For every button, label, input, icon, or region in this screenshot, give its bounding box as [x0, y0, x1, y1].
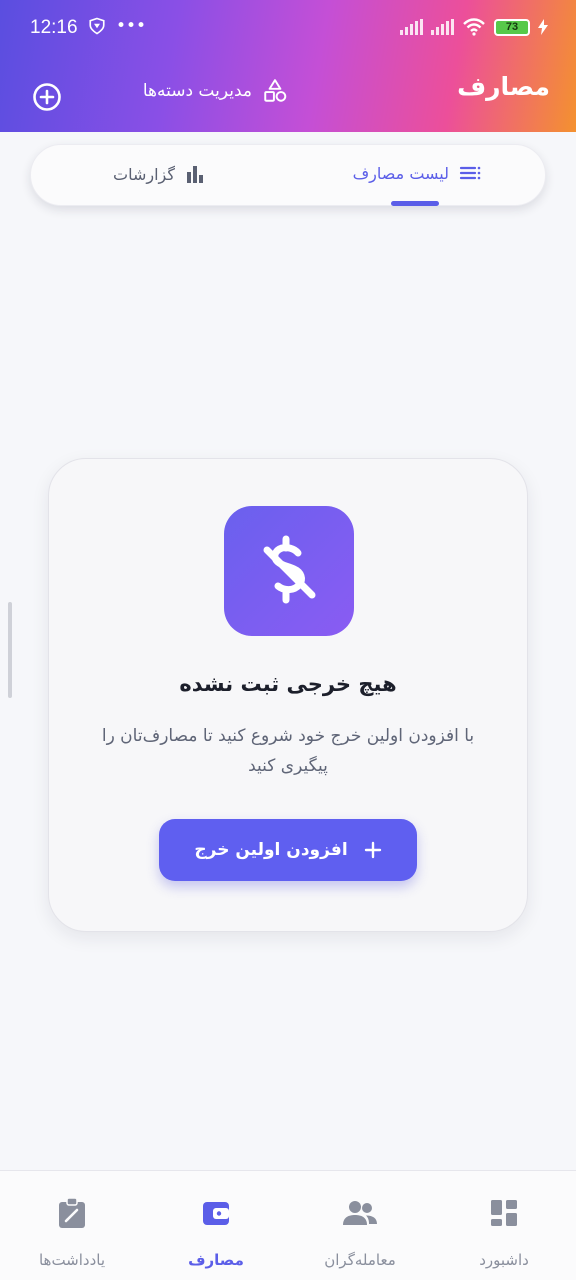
signal-icon-2 [431, 19, 454, 35]
tab-expense-list-label: لیست مصارف [352, 164, 449, 183]
wifi-icon [463, 18, 485, 36]
dashboard-icon [491, 1200, 517, 1226]
nav-item-notes[interactable]: یادداشت‌ها [0, 1191, 144, 1269]
tab-expense-list[interactable]: لیست مصارف [353, 164, 481, 183]
signal-icon [400, 19, 423, 35]
add-first-expense-label: افزودن اولین خرج [194, 840, 348, 860]
tab-bar: لیست مصارف گزارشات [30, 144, 546, 206]
nav-item-expenses[interactable]: مصارف [144, 1191, 288, 1269]
note-icon [59, 1197, 85, 1228]
list-icon [459, 166, 481, 179]
nav-label-expenses: مصارف [188, 1251, 244, 1269]
page-title: مصارف [457, 72, 550, 101]
wallet-icon [203, 1202, 229, 1225]
empty-state-description: با افزودن اولین خرج خود شروع کنید تا مصا… [101, 726, 475, 776]
charging-icon [538, 19, 548, 35]
battery-icon: 73 [494, 18, 530, 36]
plus-icon [364, 841, 381, 859]
scrollbar[interactable] [8, 602, 12, 698]
more-notifications-icon: ••• [116, 16, 147, 36]
shapes-icon [264, 79, 287, 102]
nav-label-traders: معامله‌گران [324, 1251, 396, 1269]
people-icon [343, 1201, 377, 1225]
active-tab-indicator [391, 201, 439, 206]
tab-reports[interactable]: گزارشات [113, 164, 205, 184]
shield-app-icon [89, 17, 105, 35]
bottom-navigation: داشبورد معامله‌گران مصارف یادداشت‌ها [0, 1170, 576, 1280]
nav-label-notes: یادداشت‌ها [38, 1251, 106, 1269]
nav-item-traders[interactable]: معامله‌گران [288, 1191, 432, 1269]
manage-categories-button[interactable]: مدیریت دسته‌ها [143, 78, 288, 104]
app-header: 12:16 ••• 73 مصارف مدیریت دسته‌ها [0, 0, 576, 132]
nav-item-dashboard[interactable]: داشبورد [432, 1191, 576, 1269]
manage-categories-label: مدیریت دسته‌ها [142, 81, 252, 101]
status-bar: 12:16 ••• 73 [0, 0, 576, 58]
tab-reports-label: گزارشات [113, 164, 175, 184]
empty-state-title: هیچ خرجی ثبت نشده [179, 672, 397, 696]
bar-chart-icon [187, 166, 203, 183]
money-off-icon [224, 506, 354, 636]
add-first-expense-button[interactable]: افزودن اولین خرج [159, 819, 417, 881]
nav-label-dashboard: داشبورد [479, 1251, 529, 1269]
status-time: 12:16 [30, 17, 78, 38]
add-expense-icon[interactable] [32, 82, 62, 112]
empty-state-card: هیچ خرجی ثبت نشده با افزودن اولین خرج خو… [48, 458, 528, 932]
